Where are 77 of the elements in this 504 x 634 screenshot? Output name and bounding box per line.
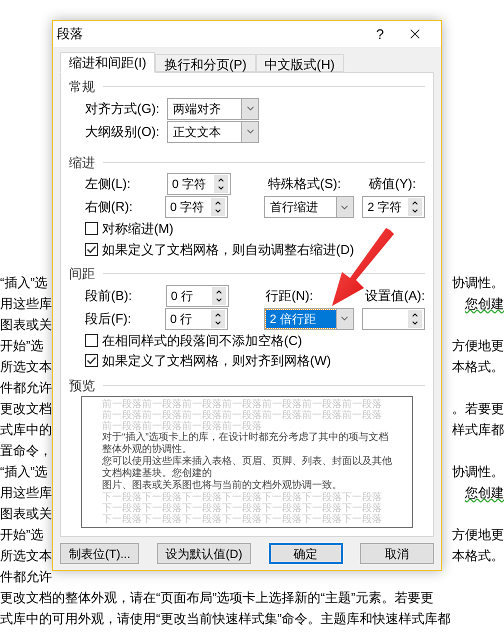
document-text: 样式库都 [452,420,504,439]
dialog-button[interactable]: 确定 [268,543,343,564]
tab[interactable]: 中文版式(H) [256,54,344,72]
spin-arrows-icon[interactable] [214,175,228,193]
field-label: 设置值(A): [365,286,425,305]
section-heading: 间距 [69,265,95,283]
spin-arrows-icon[interactable] [210,310,225,328]
document-text: 更改文档 [0,400,52,418]
document-text: 式库中的可用外观，请使用“更改当前快速样式集”命令。主题库和快速样式库都 [0,610,451,628]
checkbox[interactable] [85,354,98,368]
dropdown-field[interactable]: 首行缩进 [264,196,354,218]
checkbox-label: 对称缩进(M) [102,220,174,238]
spin-arrows-icon[interactable] [210,198,225,216]
document-text: 更改文档的整体外观，请在“页面布局”选项卡上选择新的“主题”元素。若要更 [0,588,434,607]
document-text: 本格式。 [452,546,504,565]
spinner-field[interactable]: 0 行 [166,284,229,306]
document-text: 开始”选 [0,336,44,355]
document-text: 所选文本 [0,546,52,565]
document-text: 图表或关 [0,504,52,523]
dialog-button[interactable]: 取消 [360,543,434,564]
document-text: 您创建 [465,294,504,313]
document-text: 图表或关 [0,316,52,334]
document-text: 件都允许 [0,568,52,586]
spin-arrows-icon[interactable] [212,286,226,304]
spinner-field[interactable]: 2 字符 [362,196,425,218]
checkbox-label: 如果定义了文档网格，则自动调整右缩进(D) [102,240,354,259]
document-text: “插入”选 [0,462,48,481]
document-text: 您创建 [465,484,504,502]
field-label: 对齐方式(G): [85,100,160,118]
dropdown-field[interactable]: 2 倍行距 [264,308,354,330]
dropdown-field[interactable]: 正文文本 [167,120,259,142]
preview-text: 图片、图表或关系图也将与当前的文档外观协调一致。 [102,480,343,492]
spin-arrows-icon[interactable] [408,310,422,328]
field-label: 特殊格式(S): [268,175,342,194]
dropdown-field[interactable]: 两端对齐 [167,98,259,120]
checkbox[interactable] [85,222,98,236]
checkbox[interactable] [85,242,98,256]
checkbox-label: 如果定义了文档网格，则对齐到网格(W) [102,352,331,370]
document-text: 方便地更 [452,336,504,355]
field-label: 左侧(L): [85,175,132,194]
document-text: 协调性。 [452,274,504,292]
document-text: 置命令， [0,442,52,460]
section-heading: 预览 [69,376,95,394]
checkbox-label: 在相同样式的段落间不添加空格(C) [102,332,302,350]
document-text: 用这些库 [0,294,52,313]
dialog-button[interactable]: 设为默认值(D) [156,543,252,564]
document-text: 用这些库 [0,484,52,502]
window-title: 段落 [57,25,84,44]
document-text: 式库中的 [0,420,52,439]
spinner-field[interactable] [362,308,425,330]
section-heading: 缩进 [69,154,95,172]
field-label: 右侧(R): [85,198,134,216]
spin-arrows-icon[interactable] [408,198,422,216]
document-text: 协调性。 [452,462,504,481]
document-text: 方便地更 [452,526,504,544]
document-text: 本格式。 [452,358,504,376]
spinner-field[interactable]: 0 行 [165,308,228,330]
preview-text: 对于“插入”选项卡上的库，在设计时都充分考虑了其中的项与文档整体外观的协调性。 [102,432,390,456]
document-text: 所选文本 [0,358,52,376]
field-label: 大纲级别(O): [85,122,160,141]
document-text: “插入”选 [0,274,48,292]
document-text: 件都允许 [0,378,52,397]
tab[interactable]: 换行和分页(P) [155,54,256,72]
spinner-field[interactable]: 0 字符 [167,173,231,195]
preview-text: 您可以使用这些库来插入表格、页眉、页脚、列表、封面以及其他文档构建基块。您创建的 [102,456,392,480]
dialog-button[interactable]: 制表位(T)... [60,543,140,564]
field-label: 行距(N): [265,286,314,305]
document-text: 开始”选 [0,526,44,544]
field-label: 磅值(Y): [369,175,416,194]
section-heading: 常规 [69,78,95,96]
checkbox[interactable] [85,334,98,347]
field-label: 段后(F): [85,310,132,328]
field-label: 段前(B): [85,286,133,305]
tab[interactable]: 缩进和间距(I) [60,52,156,73]
spinner-field[interactable]: 0 字符 [165,196,228,218]
help-button[interactable]: ? [365,23,395,45]
document-text: 。若要更 [452,400,504,418]
